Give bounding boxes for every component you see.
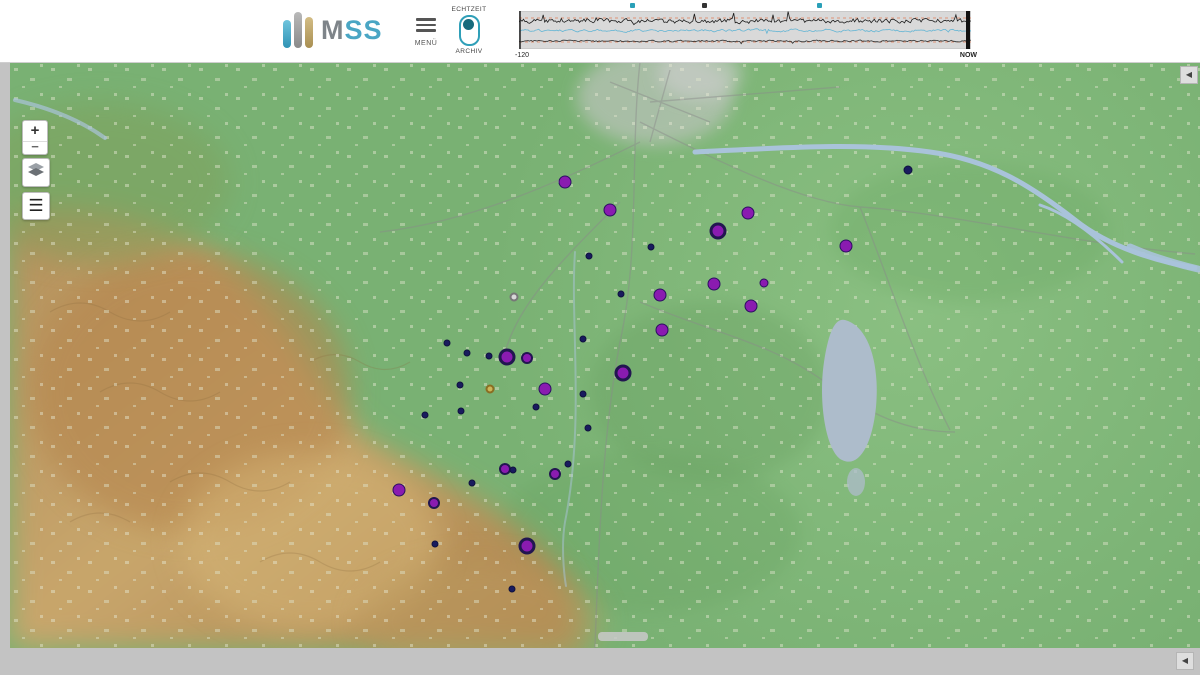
station-marker[interactable] (509, 586, 516, 593)
top-bar: MSS MENÜ ECHTZEIT ARCHIV -120 NOW (0, 0, 1200, 63)
station-marker[interactable] (486, 385, 495, 394)
timeline-event-marker[interactable] (630, 3, 635, 8)
app-root: { "header": { "brand": {"prefix": "M", "… (0, 0, 1200, 675)
timeline-right-label: NOW (960, 52, 977, 59)
map-scale (598, 632, 648, 641)
station-marker[interactable] (604, 204, 617, 217)
station-marker[interactable] (648, 244, 655, 251)
station-marker[interactable] (457, 382, 464, 389)
terrain-layer (10, 62, 1200, 648)
zoom-control: + − (22, 120, 48, 155)
station-marker[interactable] (521, 352, 533, 364)
timeline-event-marker[interactable] (702, 3, 707, 8)
zoom-out-button[interactable]: − (23, 141, 47, 154)
timeline-now-bar[interactable] (966, 11, 970, 49)
timeline-event-marker[interactable] (817, 3, 822, 8)
station-marker[interactable] (840, 240, 853, 253)
station-marker[interactable] (539, 383, 552, 396)
station-marker[interactable] (519, 538, 536, 555)
station-marker[interactable] (708, 278, 721, 291)
station-marker[interactable] (904, 166, 913, 175)
station-marker[interactable] (428, 497, 440, 509)
station-marker[interactable] (654, 289, 667, 302)
station-marker[interactable] (580, 391, 587, 398)
layers-icon (27, 162, 45, 178)
zoom-in-button[interactable]: + (23, 121, 47, 141)
timeline-bg (519, 11, 971, 49)
station-marker[interactable] (510, 293, 519, 302)
hamburger-icon (416, 15, 436, 35)
collapse-right-panel-button[interactable]: ◀ (1180, 66, 1198, 84)
mode-toggle-group: ECHTZEIT ARCHIV (446, 6, 492, 55)
station-marker[interactable] (444, 340, 451, 347)
station-marker[interactable] (585, 425, 592, 432)
station-marker[interactable] (580, 336, 587, 343)
layers-button[interactable] (22, 158, 50, 187)
station-list-button[interactable]: ☰ (22, 192, 50, 220)
station-marker[interactable] (565, 461, 572, 468)
station-marker[interactable] (710, 223, 727, 240)
station-marker[interactable] (615, 365, 632, 382)
station-marker[interactable] (486, 353, 493, 360)
station-marker[interactable] (469, 480, 476, 487)
toggle-knob-icon (463, 19, 474, 30)
app-title-suffix: SS (345, 15, 383, 45)
station-marker[interactable] (499, 349, 516, 366)
menu-button[interactable]: MENÜ (410, 15, 442, 47)
mode-toggle[interactable] (459, 15, 480, 46)
station-marker[interactable] (760, 279, 769, 288)
app-title-prefix: M (321, 15, 345, 45)
timeline-left-label: -120 (515, 52, 529, 59)
station-marker[interactable] (745, 300, 758, 313)
logo-bars-icon (283, 12, 313, 48)
station-marker[interactable] (656, 324, 669, 337)
station-marker[interactable] (458, 408, 465, 415)
timeline-strip[interactable]: -120 NOW (519, 11, 971, 49)
realtime-label: ECHTZEIT (446, 6, 492, 13)
app-logo[interactable]: MSS (283, 12, 383, 48)
station-marker[interactable] (533, 404, 540, 411)
station-marker[interactable] (549, 468, 561, 480)
station-marker[interactable] (464, 350, 471, 357)
station-marker[interactable] (432, 541, 439, 548)
collapse-bottom-panel-button[interactable]: ◀ (1176, 652, 1194, 670)
station-marker[interactable] (559, 176, 572, 189)
list-icon: ☰ (28, 196, 43, 215)
station-marker[interactable] (422, 412, 429, 419)
menu-label: MENÜ (410, 40, 442, 47)
station-marker[interactable] (510, 467, 517, 474)
archive-label: ARCHIV (446, 48, 492, 55)
station-marker[interactable] (393, 484, 406, 497)
station-marker[interactable] (742, 207, 755, 220)
timeline-chart[interactable] (519, 11, 971, 49)
station-marker[interactable] (618, 291, 625, 298)
station-marker[interactable] (586, 253, 593, 260)
map-canvas[interactable]: + − ☰ (10, 62, 1200, 648)
app-title: MSS (321, 15, 383, 46)
